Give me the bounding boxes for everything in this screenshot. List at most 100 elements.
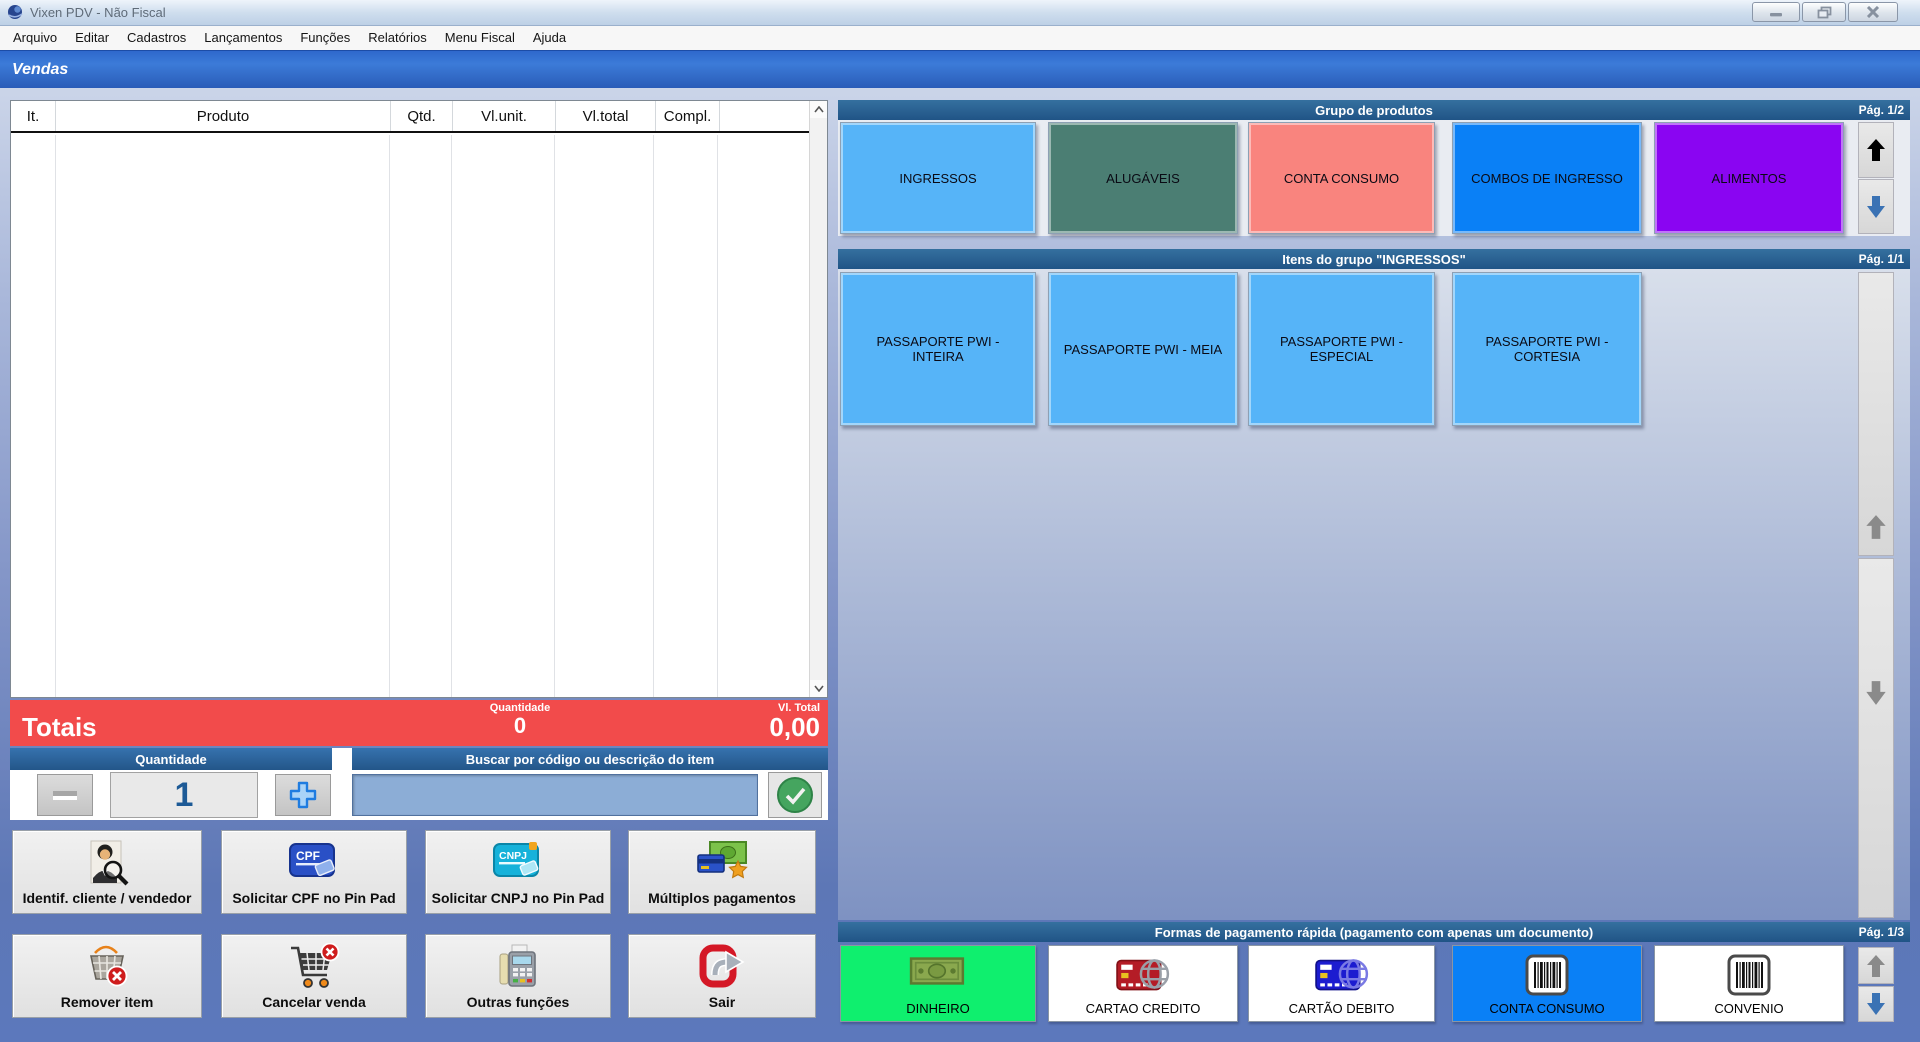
entry-strip: Quantidade Buscar por código ou descriçã…: [10, 748, 828, 820]
group-button-alugaveis[interactable]: ALUGÁVEIS: [1048, 122, 1238, 234]
view-title: Vendas: [12, 61, 68, 79]
item-button-passaporte-inteira[interactable]: PASSAPORTE PWI - INTEIRA: [840, 272, 1036, 426]
group-button-ingressos[interactable]: INGRESSOS: [840, 122, 1036, 234]
payment-button-convenio[interactable]: CONVENIO: [1654, 945, 1844, 1022]
action-button-label: Sair: [709, 994, 735, 1010]
action-button-label: Identif. cliente / vendedor: [23, 890, 192, 906]
payment-button-label: CARTAO CREDITO: [1086, 1001, 1201, 1016]
payment-button-dinheiro[interactable]: DINHEIRO: [840, 945, 1036, 1022]
payment-button-label: CONVENIO: [1714, 1001, 1783, 1016]
totals-quantity: Quantidade 0: [430, 702, 610, 738]
item-button-passaporte-cortesia[interactable]: PASSAPORTE PWI - CORTESIA: [1452, 272, 1642, 426]
quantity-plus-button[interactable]: [275, 774, 331, 816]
remove-item-button[interactable]: Remover item: [12, 934, 202, 1018]
quantity-value-field[interactable]: 1: [110, 772, 258, 818]
cpf-card-icon: CPF: [287, 839, 341, 883]
arrow-up-icon: [1864, 513, 1888, 541]
window-title: Vixen PDV - Não Fiscal: [30, 5, 166, 20]
column-header-vltotal: Vl.total: [556, 101, 656, 131]
action-button-label: Outras funções: [467, 994, 570, 1010]
terminal-icon: [495, 943, 541, 989]
action-button-label: Solicitar CPF no Pin Pad: [232, 890, 395, 906]
action-button-label: Solicitar CNPJ no Pin Pad: [432, 890, 605, 906]
exit-icon: [698, 943, 746, 989]
payments-page-up-button[interactable]: [1858, 947, 1894, 984]
scroll-down-button[interactable]: [810, 680, 827, 697]
minimize-icon: [1769, 6, 1783, 18]
barcode-icon: [1726, 954, 1772, 996]
multiple-payments-button[interactable]: Múltiplos pagamentos: [628, 830, 816, 914]
group-button-conta-consumo[interactable]: CONTA CONSUMO: [1248, 122, 1435, 234]
credit-card-blue-icon: [1314, 954, 1370, 994]
svg-text:CPF: CPF: [296, 849, 320, 863]
quick-payments-page-indicator: Pág. 1/3: [1859, 925, 1904, 939]
action-button-label: Remover item: [61, 994, 154, 1010]
menu-lancamentos[interactable]: Lançamentos: [195, 26, 291, 50]
payment-button-cartao-debito[interactable]: CARTÃO DEBITO: [1248, 945, 1435, 1022]
action-button-label: Múltiplos pagamentos: [648, 890, 796, 906]
payment-button-label: CARTÃO DEBITO: [1289, 1001, 1395, 1016]
column-header-vlunit: Vl.unit.: [453, 101, 556, 131]
cash-icon: [909, 954, 967, 988]
minimize-button[interactable]: [1752, 2, 1800, 22]
request-cnpj-button[interactable]: CNPJ Solicitar CNPJ no Pin Pad: [425, 830, 611, 914]
column-header-produto: Produto: [56, 101, 391, 131]
identify-customer-button[interactable]: Identif. cliente / vendedor: [12, 830, 202, 914]
item-button-passaporte-meia[interactable]: PASSAPORTE PWI - MEIA: [1048, 272, 1238, 426]
quantity-header: Quantidade: [10, 748, 332, 770]
sale-items-table: It. Produto Qtd. Vl.unit. Vl.total Compl…: [10, 100, 828, 698]
payment-button-label: CONTA CONSUMO: [1489, 1001, 1604, 1016]
arrow-down-icon: [1864, 679, 1888, 707]
action-button-label: Cancelar venda: [262, 994, 366, 1010]
menu-arquivo[interactable]: Arquivo: [4, 26, 66, 50]
menu-editar[interactable]: Editar: [66, 26, 118, 50]
totals-quantity-value: 0: [430, 714, 610, 738]
items-page-down-button[interactable]: [1858, 558, 1894, 918]
groups-page-down-button[interactable]: [1858, 179, 1894, 234]
cnpj-card-icon: CNPJ: [491, 839, 545, 883]
group-button-alimentos[interactable]: ALIMENTOS: [1654, 122, 1844, 234]
barcode-icon: [1524, 954, 1570, 996]
group-items-page-indicator: Pág. 1/1: [1859, 252, 1904, 266]
chevron-up-icon: [814, 106, 824, 113]
product-groups-page-indicator: Pág. 1/2: [1859, 103, 1904, 117]
restore-button[interactable]: [1802, 2, 1846, 22]
table-body-empty: [11, 135, 809, 697]
quantity-minus-button[interactable]: [37, 774, 93, 816]
search-header: Buscar por código ou descrição do item: [352, 748, 828, 770]
items-page-up-button[interactable]: [1858, 272, 1894, 556]
cancel-sale-button[interactable]: Cancelar venda: [221, 934, 407, 1018]
payments-page-down-button[interactable]: [1858, 986, 1894, 1022]
payment-button-cartao-credito[interactable]: CARTAO CREDITO: [1048, 945, 1238, 1022]
menu-funcoes[interactable]: Funções: [291, 26, 359, 50]
arrow-down-icon: [1865, 991, 1887, 1017]
search-confirm-button[interactable]: [768, 772, 822, 818]
close-icon: [1866, 6, 1880, 18]
totals-bar: Totais Quantidade 0 Vl. Total 0,00: [10, 700, 828, 746]
table-header-row: It. Produto Qtd. Vl.unit. Vl.total Compl…: [11, 101, 827, 133]
scroll-up-button[interactable]: [810, 101, 827, 118]
cancel-cart-icon: [288, 943, 340, 989]
close-button[interactable]: [1848, 2, 1898, 22]
other-functions-button[interactable]: Outras funções: [425, 934, 611, 1018]
menu-menu-fiscal[interactable]: Menu Fiscal: [436, 26, 524, 50]
groups-page-up-button[interactable]: [1858, 122, 1894, 178]
plus-icon: [287, 779, 319, 811]
exit-button[interactable]: Sair: [628, 934, 816, 1018]
arrow-up-icon: [1865, 136, 1887, 164]
column-header-it: It.: [11, 101, 56, 131]
menu-cadastros[interactable]: Cadastros: [118, 26, 195, 50]
menu-ajuda[interactable]: Ajuda: [524, 26, 575, 50]
group-button-combos-de-ingresso[interactable]: COMBOS DE INGRESSO: [1452, 122, 1642, 234]
totals-value: Vl. Total 0,00: [769, 702, 820, 740]
request-cpf-button[interactable]: CPF Solicitar CPF no Pin Pad: [221, 830, 407, 914]
menu-bar: Arquivo Editar Cadastros Lançamentos Fun…: [0, 26, 1920, 50]
credit-card-red-icon: [1115, 954, 1171, 994]
payment-button-conta-consumo[interactable]: CONTA CONSUMO: [1452, 945, 1642, 1022]
table-scrollbar[interactable]: [809, 101, 827, 697]
product-groups-header: Grupo de produtos Pág. 1/2: [838, 100, 1910, 120]
search-input[interactable]: [352, 774, 758, 816]
chevron-down-icon: [814, 685, 824, 692]
menu-relatorios[interactable]: Relatórios: [359, 26, 436, 50]
item-button-passaporte-especial[interactable]: PASSAPORTE PWI - ESPECIAL: [1248, 272, 1435, 426]
